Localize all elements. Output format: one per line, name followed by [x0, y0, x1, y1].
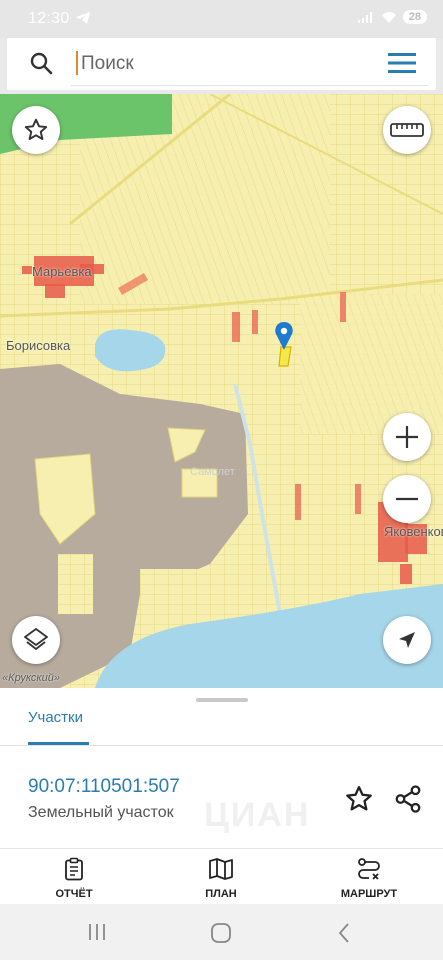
nav-route-button[interactable]: МАРШРУТ — [314, 857, 424, 900]
favorites-map-button[interactable] — [12, 106, 60, 154]
watermark: ЦИАН — [204, 796, 311, 834]
status-bar: 12:30 28 — [0, 0, 443, 38]
zoom-out-button[interactable] — [383, 475, 431, 523]
status-time: 12:30 — [28, 10, 70, 27]
cadastral-map[interactable]: Марьевка Борисовка Яковенково Самолет «К… — [0, 94, 443, 688]
parcel-type: Земельный участок — [28, 804, 174, 821]
signal-icon — [357, 12, 372, 23]
map-label-village: Марьевка — [32, 264, 92, 279]
map-canvas[interactable] — [0, 94, 443, 688]
back-icon[interactable] — [337, 922, 351, 944]
layers-icon — [24, 628, 48, 650]
recent-apps-icon[interactable] — [87, 923, 107, 941]
map-icon — [209, 858, 233, 880]
search-icon[interactable] — [29, 51, 53, 75]
star-icon — [24, 118, 48, 140]
navigation-arrow-icon — [399, 632, 415, 648]
parcel-cadastral-number[interactable]: 90:07:110501:507 — [28, 776, 180, 798]
map-label-village: Яковенково — [384, 524, 443, 539]
search-input[interactable] — [79, 48, 373, 80]
route-icon — [358, 858, 380, 880]
my-location-button[interactable] — [383, 616, 431, 664]
hamburger-menu-icon[interactable] — [388, 52, 416, 74]
nav-plan-button[interactable]: ПЛАН — [166, 857, 276, 900]
nav-report-label: ОТЧЁТ — [55, 888, 93, 900]
battery-indicator: 28 — [402, 10, 427, 24]
map-label-coast: «Крукский» — [2, 672, 60, 684]
nav-route-label: МАРШРУТ — [340, 888, 398, 900]
ruler-icon — [390, 123, 424, 137]
text-cursor — [76, 51, 78, 75]
nav-plan-label: ПЛАН — [205, 888, 237, 900]
lake — [95, 329, 166, 372]
clipboard-icon — [65, 857, 83, 881]
minus-icon — [396, 497, 418, 501]
home-icon[interactable] — [210, 922, 232, 944]
plus-icon — [396, 426, 418, 448]
sheet-drag-handle[interactable] — [196, 698, 248, 702]
nav-report-button[interactable]: ОТЧЁТ — [19, 857, 129, 900]
search-bar — [7, 38, 436, 90]
system-icons: 28 — [357, 10, 427, 24]
system-navigation-bar — [0, 904, 443, 960]
wifi-icon — [381, 12, 396, 23]
search-underline — [71, 85, 428, 86]
divider — [0, 745, 443, 746]
star-icon[interactable] — [344, 784, 374, 814]
bottom-navigation: ОТЧЁТ ПЛАН МАРШРУТ — [0, 848, 443, 905]
zoom-in-button[interactable] — [383, 413, 431, 461]
tab-parcels[interactable]: Участки — [28, 709, 83, 726]
layers-button[interactable] — [12, 616, 60, 664]
map-label-village: Борисовка — [6, 338, 71, 353]
ruler-button[interactable] — [383, 106, 431, 154]
share-icon[interactable] — [393, 784, 423, 814]
map-watermark: Самолет — [190, 466, 235, 478]
telegram-icon — [76, 12, 90, 24]
